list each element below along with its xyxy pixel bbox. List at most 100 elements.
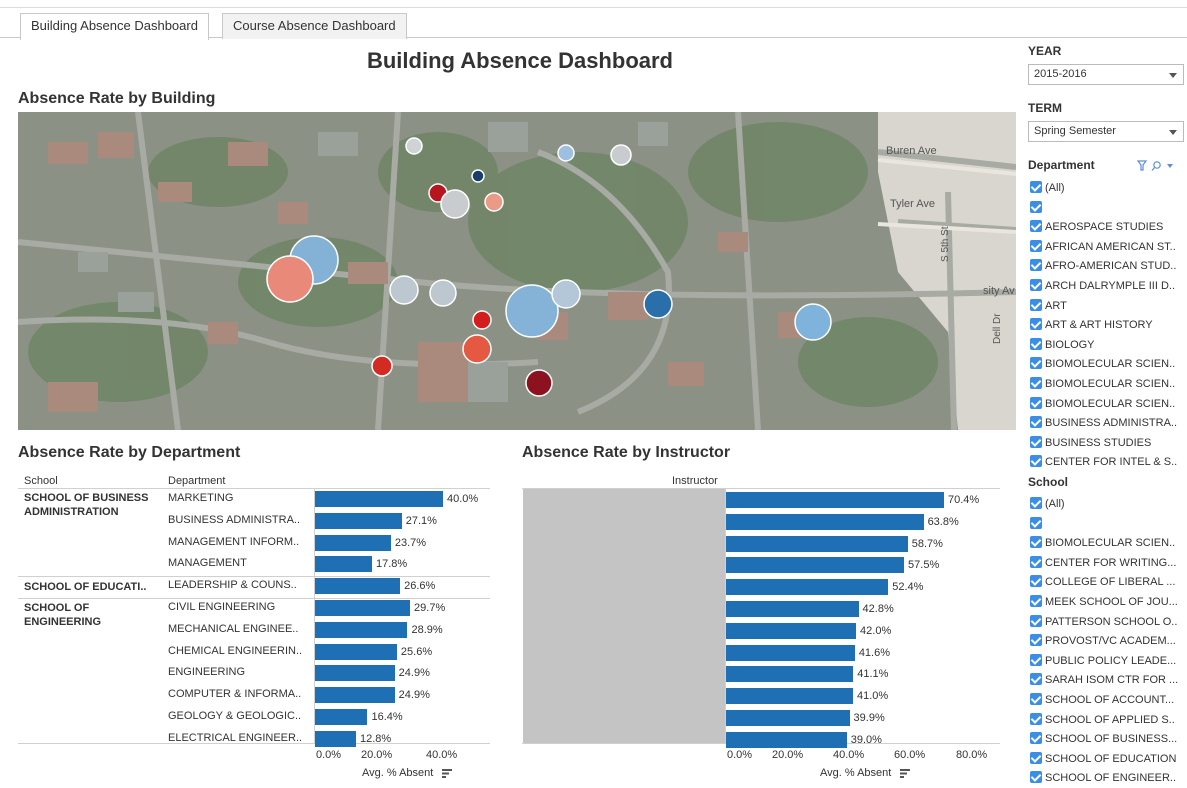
building-marker[interactable] (440, 189, 470, 219)
checkbox-icon[interactable] (1030, 712, 1042, 725)
department-filter-item[interactable]: AEROSPACE STUDIES (1030, 218, 1163, 236)
checkbox-icon[interactable] (1030, 220, 1042, 233)
checkbox-icon[interactable] (1030, 653, 1042, 666)
department-bar[interactable] (315, 512, 402, 529)
checkbox-icon[interactable] (1030, 279, 1042, 291)
instructor-bar[interactable] (726, 731, 847, 748)
department-bar[interactable] (315, 534, 391, 551)
checkbox-icon[interactable] (1030, 357, 1042, 370)
checkbox-icon[interactable] (1030, 337, 1042, 350)
building-marker[interactable] (266, 255, 314, 303)
building-marker[interactable] (429, 279, 457, 307)
checkbox-icon[interactable] (1030, 298, 1042, 311)
department-bar[interactable] (315, 665, 395, 682)
department-bar[interactable] (315, 687, 395, 704)
building-marker[interactable] (462, 334, 492, 364)
building-marker[interactable] (610, 144, 632, 166)
school-filter-item[interactable]: SCHOOL OF APPLIED S.. (1030, 711, 1175, 729)
instructor-bar[interactable] (726, 710, 850, 726)
instructor-bar[interactable] (726, 601, 859, 617)
school-filter-item[interactable]: SCHOOL OF ENGINEER.. (1030, 769, 1176, 787)
checkbox-icon[interactable] (1030, 396, 1042, 409)
school-filter-item[interactable]: BIOMOLECULAR SCIEN.. (1030, 534, 1175, 552)
instructor-bar[interactable] (726, 535, 908, 552)
department-filter-item[interactable] (1030, 199, 1045, 217)
checkbox-icon[interactable] (1030, 239, 1042, 252)
building-marker[interactable] (505, 284, 559, 338)
checkbox-icon[interactable] (1030, 673, 1042, 686)
filter-funnel-search-icon[interactable] (1136, 160, 1177, 172)
tab-course-absence[interactable]: Course Absence Dashboard (222, 13, 407, 39)
department-filter-item[interactable]: ARCH DALRYMPLE III D.. (1030, 277, 1175, 295)
school-filter-item[interactable]: CENTER FOR WRITING... (1030, 554, 1176, 572)
department-filter-item[interactable]: (All) (1030, 179, 1065, 197)
department-filter-item[interactable]: CENTER FOR INTEL & S.. (1030, 453, 1177, 471)
checkbox-icon[interactable] (1030, 771, 1042, 784)
term-dropdown[interactable]: Spring Semester (1028, 121, 1184, 142)
checkbox-icon[interactable] (1030, 435, 1042, 448)
department-bar[interactable] (315, 643, 397, 660)
instructor-bar[interactable] (726, 622, 857, 639)
checkbox-icon[interactable] (1030, 634, 1042, 647)
building-marker[interactable] (525, 369, 553, 397)
checkbox-icon[interactable] (1030, 614, 1042, 627)
sort-icon[interactable] (900, 768, 911, 778)
building-marker[interactable] (471, 169, 485, 183)
checkbox-icon[interactable] (1030, 693, 1042, 705)
department-filter-item[interactable]: BIOMOLECULAR SCIEN.. (1030, 355, 1175, 373)
building-marker[interactable] (405, 137, 423, 155)
building-marker[interactable] (472, 310, 492, 330)
checkbox-icon[interactable] (1030, 536, 1042, 549)
department-filter-item[interactable]: BIOMOLECULAR SCIEN.. (1030, 375, 1175, 393)
checkbox-icon[interactable] (1030, 181, 1042, 193)
school-filter-item[interactable]: SCHOOL OF EDUCATION (1030, 750, 1176, 768)
map-canvas[interactable]: Buren Ave Tyler Ave S 5th St sity Av Del… (18, 112, 1016, 430)
building-marker[interactable] (557, 144, 575, 162)
school-filter-item[interactable]: PUBLIC POLICY LEADE... (1030, 652, 1176, 670)
school-filter-item[interactable] (1030, 515, 1045, 533)
checkbox-icon[interactable] (1030, 555, 1042, 568)
building-marker[interactable] (484, 192, 504, 212)
department-bar[interactable] (315, 730, 356, 747)
building-marker[interactable] (389, 275, 419, 305)
sort-icon[interactable] (442, 768, 453, 778)
building-marker[interactable] (643, 289, 673, 319)
department-bar[interactable] (315, 491, 443, 507)
school-filter-item[interactable]: (All) (1030, 495, 1065, 513)
department-bar[interactable] (315, 621, 408, 638)
department-filter-item[interactable]: BIOMOLECULAR SCIEN.. (1030, 395, 1175, 413)
school-filter-item[interactable]: PATTERSON SCHOOL O.. (1030, 613, 1177, 631)
department-bar[interactable] (315, 578, 401, 595)
department-filter-item[interactable]: BIOLOGY (1030, 336, 1095, 354)
checkbox-icon[interactable] (1030, 259, 1042, 272)
tab-building-absence[interactable]: Building Absence Dashboard (20, 13, 209, 40)
checkbox-icon[interactable] (1030, 455, 1042, 468)
department-bar[interactable] (315, 556, 372, 573)
checkbox-icon[interactable] (1030, 497, 1042, 509)
filter-controls[interactable] (1136, 160, 1177, 175)
school-filter-item[interactable]: COLLEGE OF LIBERAL ... (1030, 573, 1175, 591)
checkbox-icon[interactable] (1030, 516, 1042, 529)
checkbox-icon[interactable] (1030, 595, 1042, 607)
department-filter-item[interactable]: ART (1030, 297, 1067, 315)
building-marker[interactable] (371, 355, 393, 377)
department-filter-item[interactable]: AFRICAN AMERICAN ST.. (1030, 238, 1176, 256)
instructor-bar[interactable] (726, 557, 905, 574)
checkbox-icon[interactable] (1030, 751, 1042, 764)
school-filter-item[interactable]: PROVOST/VC ACADEM... (1030, 632, 1176, 650)
instructor-bar[interactable] (726, 688, 853, 705)
checkbox-icon[interactable] (1030, 575, 1042, 588)
checkbox-icon[interactable] (1030, 416, 1042, 429)
building-marker[interactable] (551, 279, 581, 309)
department-filter-item[interactable]: AFRO-AMERICAN STUD.. (1030, 257, 1176, 275)
school-filter-item[interactable]: SCHOOL OF BUSINESS... (1030, 730, 1177, 748)
checkbox-icon[interactable] (1030, 377, 1042, 389)
year-dropdown[interactable]: 2015-2016 (1028, 64, 1184, 85)
department-filter-item[interactable]: BUSINESS STUDIES (1030, 434, 1151, 452)
checkbox-icon[interactable] (1030, 318, 1042, 331)
instructor-bar[interactable] (726, 644, 855, 661)
department-filter-item[interactable]: ART & ART HISTORY (1030, 316, 1153, 334)
instructor-bar[interactable] (726, 492, 944, 508)
instructor-bar[interactable] (726, 666, 854, 683)
department-bar[interactable] (315, 709, 368, 725)
